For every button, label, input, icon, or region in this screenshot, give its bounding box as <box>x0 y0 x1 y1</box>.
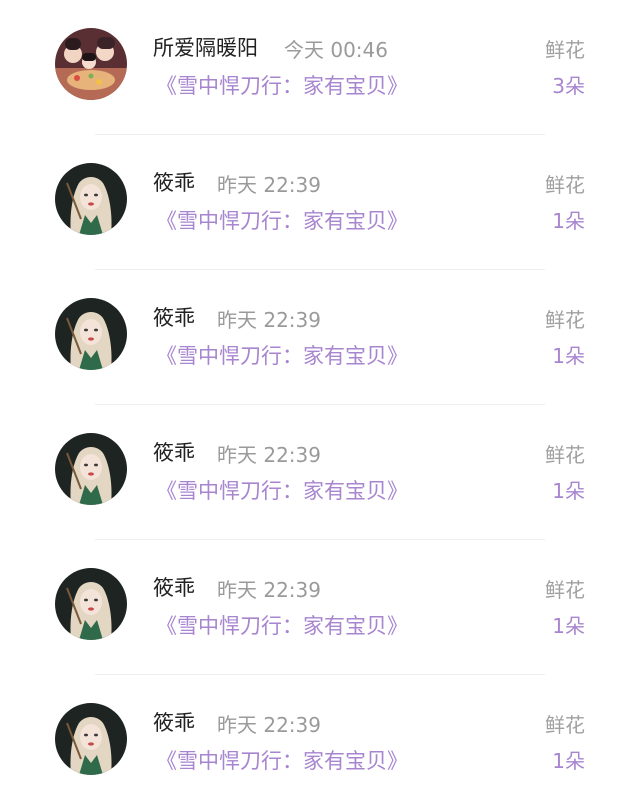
book-title-link[interactable]: 《雪中悍刀行：家有宝贝》 <box>156 70 408 100</box>
avatar[interactable] <box>55 433 127 505</box>
gift-type-label: 鲜花 <box>545 713 585 737</box>
book-title-link[interactable]: 《雪中悍刀行：家有宝贝》 <box>156 205 408 235</box>
list-item[interactable]: 筱乖 昨天 22:39 《雪中悍刀行：家有宝贝》 鲜花 1朵 <box>0 540 640 675</box>
book-title-link[interactable]: 《雪中悍刀行：家有宝贝》 <box>156 745 408 775</box>
blonde-girl-avatar-icon <box>55 703 127 775</box>
book-title-link[interactable]: 《雪中悍刀行：家有宝贝》 <box>156 610 408 640</box>
book-title-link[interactable]: 《雪中悍刀行：家有宝贝》 <box>156 340 408 370</box>
avatar[interactable] <box>55 163 127 235</box>
gift-type-label: 鲜花 <box>545 173 585 197</box>
gift-type-label: 鲜花 <box>545 308 585 332</box>
gift-count: 1朵 <box>552 209 585 233</box>
user-name[interactable]: 筱乖 <box>153 302 195 332</box>
user-name[interactable]: 筱乖 <box>153 707 195 737</box>
timestamp: 昨天 22:39 <box>217 308 321 332</box>
user-name[interactable]: 筱乖 <box>153 167 195 197</box>
list-item[interactable]: 筱乖 昨天 22:39 《雪中悍刀行：家有宝贝》 鲜花 1朵 <box>0 405 640 540</box>
timestamp: 昨天 22:39 <box>217 443 321 467</box>
gift-count: 1朵 <box>552 344 585 368</box>
gift-record-list: 所爱隔暖阳 今天 00:46 《雪中悍刀行：家有宝贝》 鲜花 3朵 筱乖 昨天 … <box>0 0 640 796</box>
book-title-link[interactable]: 《雪中悍刀行：家有宝贝》 <box>156 475 408 505</box>
timestamp: 昨天 22:39 <box>217 713 321 737</box>
user-name[interactable]: 所爱隔暖阳 <box>153 32 258 62</box>
blonde-girl-avatar-icon <box>55 163 127 235</box>
list-item[interactable]: 筱乖 昨天 22:39 《雪中悍刀行：家有宝贝》 鲜花 1朵 <box>0 675 640 810</box>
blonde-girl-avatar-icon <box>55 433 127 505</box>
timestamp: 昨天 22:39 <box>217 173 321 197</box>
timestamp: 今天 00:46 <box>284 38 388 62</box>
gift-count: 1朵 <box>552 614 585 638</box>
avatar[interactable] <box>55 28 127 100</box>
list-item[interactable]: 所爱隔暖阳 今天 00:46 《雪中悍刀行：家有宝贝》 鲜花 3朵 <box>0 0 640 135</box>
user-name[interactable]: 筱乖 <box>153 572 195 602</box>
group-illustration-avatar-icon <box>55 28 127 100</box>
timestamp: 昨天 22:39 <box>217 578 321 602</box>
gift-type-label: 鲜花 <box>545 443 585 467</box>
avatar[interactable] <box>55 703 127 775</box>
gift-count: 1朵 <box>552 749 585 773</box>
gift-count: 1朵 <box>552 479 585 503</box>
avatar[interactable] <box>55 568 127 640</box>
blonde-girl-avatar-icon <box>55 568 127 640</box>
gift-type-label: 鲜花 <box>545 38 585 62</box>
gift-type-label: 鲜花 <box>545 578 585 602</box>
gift-count: 3朵 <box>552 74 585 98</box>
blonde-girl-avatar-icon <box>55 298 127 370</box>
avatar[interactable] <box>55 298 127 370</box>
list-item[interactable]: 筱乖 昨天 22:39 《雪中悍刀行：家有宝贝》 鲜花 1朵 <box>0 270 640 405</box>
user-name[interactable]: 筱乖 <box>153 437 195 467</box>
list-item[interactable]: 筱乖 昨天 22:39 《雪中悍刀行：家有宝贝》 鲜花 1朵 <box>0 135 640 270</box>
